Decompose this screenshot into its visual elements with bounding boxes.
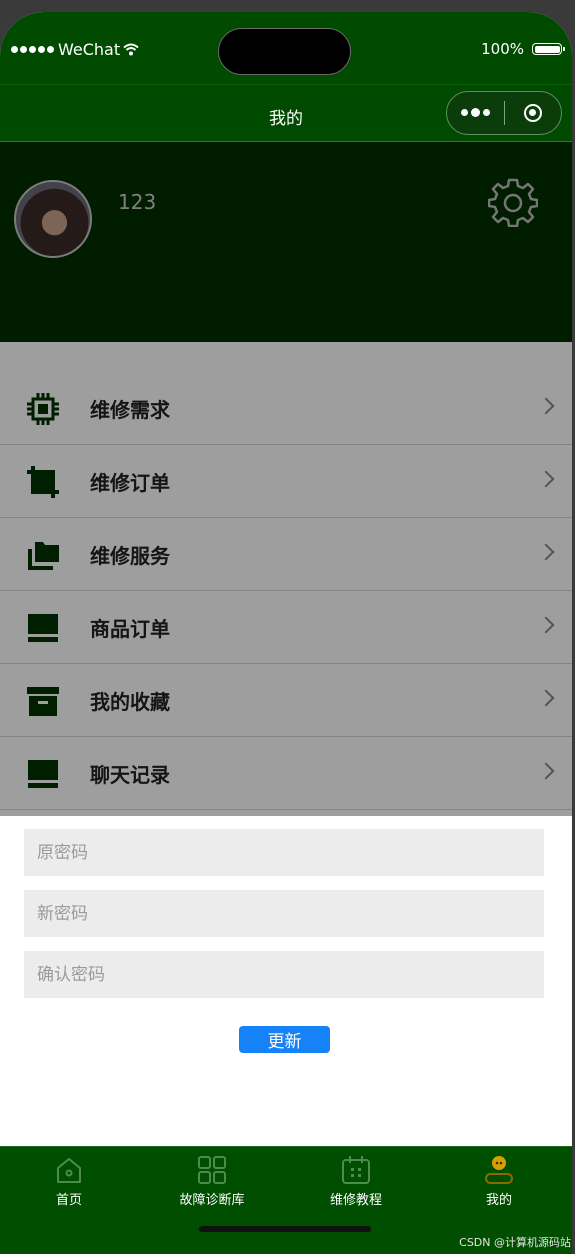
battery-icon xyxy=(532,43,565,55)
dynamic-island xyxy=(218,28,351,75)
tab-home[interactable]: 首页 xyxy=(9,1155,129,1208)
carrier-name: WeChat xyxy=(58,40,121,59)
navigation-bar: 我的 xyxy=(0,84,572,142)
home-icon xyxy=(57,1158,81,1183)
calendar-icon xyxy=(342,1156,370,1184)
user-icon xyxy=(485,1156,513,1184)
new-password-field[interactable] xyxy=(24,890,544,937)
confirm-password-field[interactable] xyxy=(24,951,544,998)
tab-fault-diagnosis[interactable]: 故障诊断库 xyxy=(152,1155,272,1208)
phone-frame: WeChat 100% 我的 123 维修需求 维修订单 维修服务 商品订单 我… xyxy=(0,12,572,1254)
mini-program-capsule xyxy=(446,91,562,135)
tab-mine[interactable]: 我的 xyxy=(439,1155,559,1208)
signal-icon xyxy=(11,46,54,53)
battery-percent: 100% xyxy=(481,40,524,58)
status-bar: WeChat 100% xyxy=(0,12,572,84)
tab-label: 维修教程 xyxy=(329,1193,382,1208)
grid-icon xyxy=(198,1156,226,1184)
modal-mask[interactable] xyxy=(0,142,572,816)
update-button[interactable]: 更新 xyxy=(239,1026,330,1053)
wifi-icon xyxy=(123,43,139,56)
old-password-field[interactable] xyxy=(24,829,544,876)
battery-status: 100% xyxy=(481,40,565,58)
target-icon xyxy=(523,104,542,122)
watermark: CSDN @计算机源码站 xyxy=(459,1236,571,1249)
tab-label: 我的 xyxy=(485,1193,512,1208)
close-mini-program-button[interactable] xyxy=(505,104,561,122)
more-icon[interactable] xyxy=(447,108,504,117)
change-password-sheet: 更新 xyxy=(0,816,572,1146)
tab-label: 故障诊断库 xyxy=(179,1193,245,1208)
tab-repair-tutorials[interactable]: 维修教程 xyxy=(296,1155,416,1208)
carrier: WeChat xyxy=(11,40,139,59)
home-indicator[interactable] xyxy=(199,1226,371,1232)
tab-label: 首页 xyxy=(55,1193,82,1208)
